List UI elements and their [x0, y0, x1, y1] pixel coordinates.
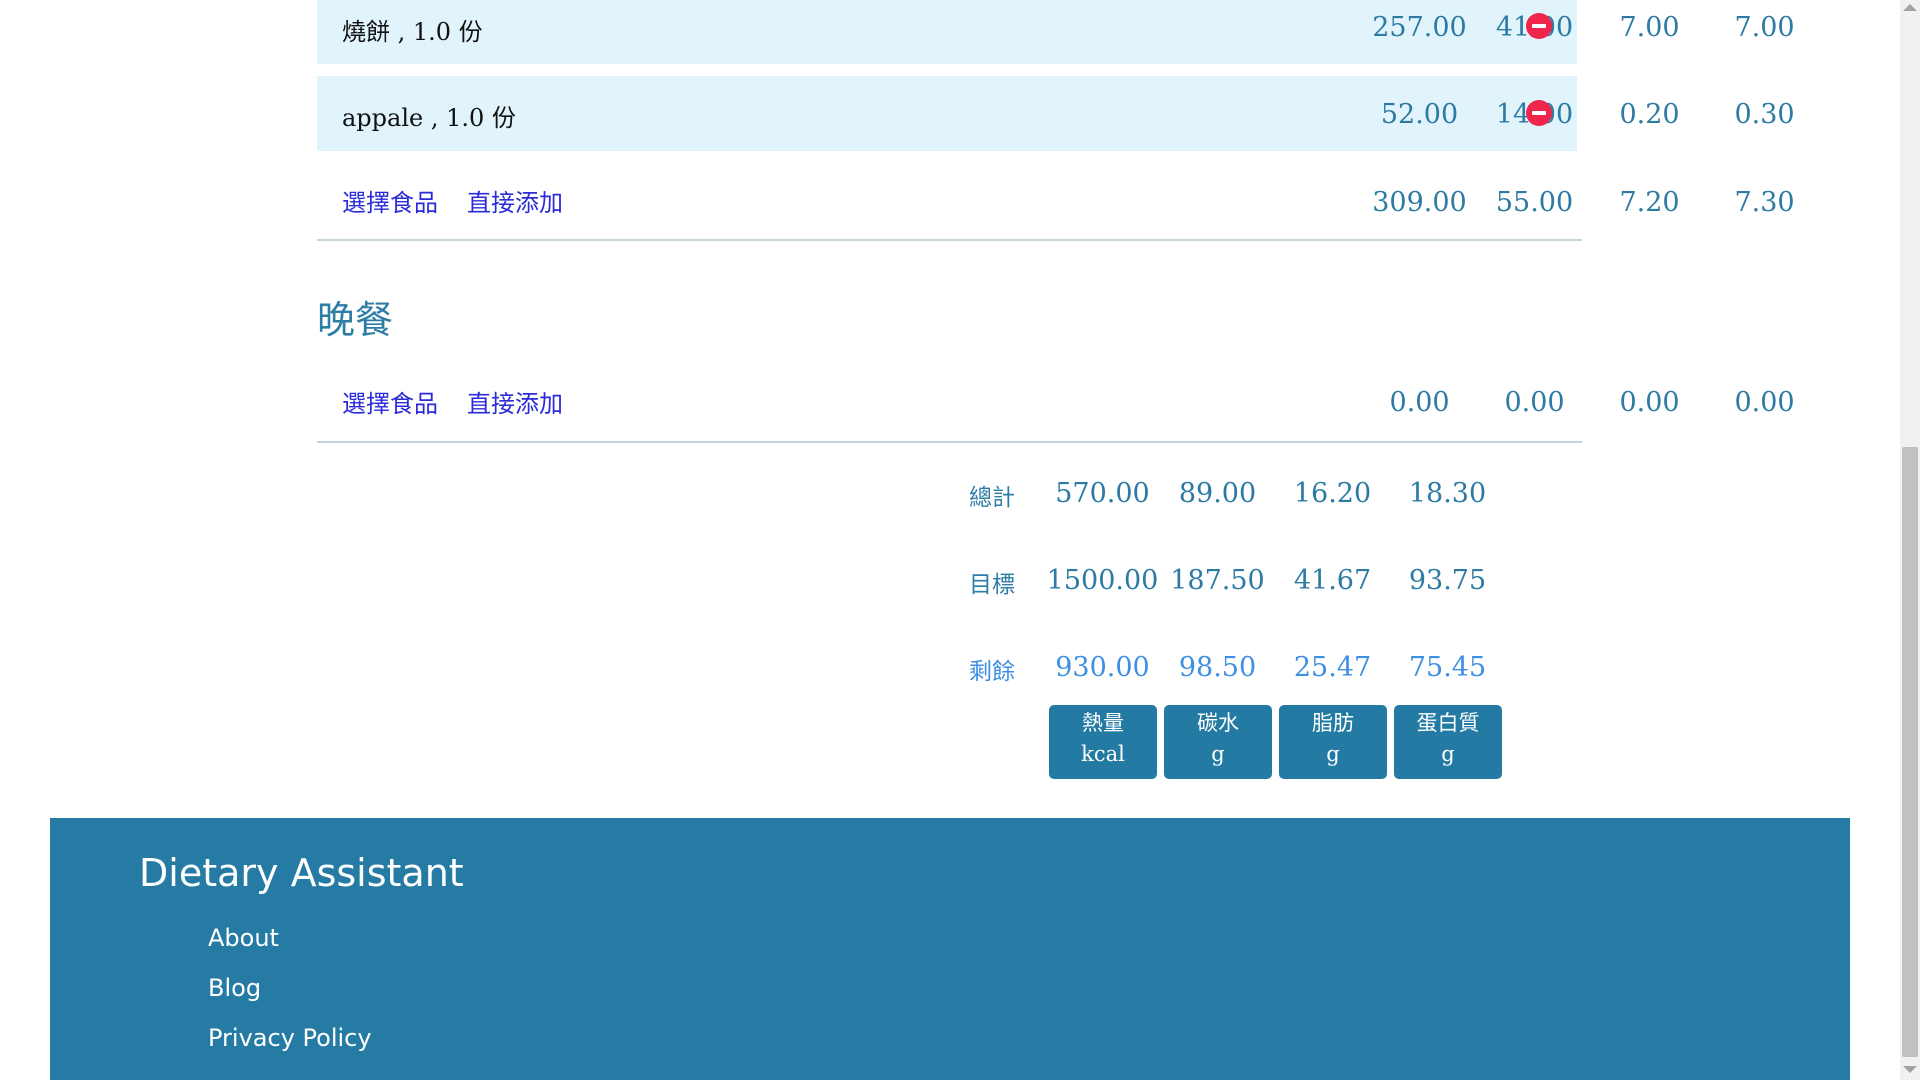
subtotal-fat: 0.00	[1619, 387, 1680, 418]
unit-label: g	[1211, 742, 1225, 767]
unit-button-carb[interactable]: 碳水 g	[1164, 705, 1272, 779]
unit-name: 熱量	[1082, 711, 1124, 735]
food-item-row: 燒餅 , 1.0 份 257.00 41.00 7.00 7.00	[317, 0, 1795, 64]
target-protein: 93.75	[1408, 565, 1487, 596]
subtotal-kcal: 0.00	[1389, 387, 1450, 418]
total-label: 總計	[969, 485, 1015, 511]
remaining-fat: 25.47	[1293, 652, 1372, 683]
remaining-carb: 98.50	[1178, 652, 1257, 683]
vertical-scrollbar[interactable]	[1900, 0, 1920, 1080]
footer-link-privacy-policy[interactable]: Privacy Policy	[208, 1024, 372, 1052]
unit-label: g	[1326, 742, 1340, 767]
subtotal-fat: 7.20	[1619, 187, 1680, 218]
food-item-name: 燒餅 , 1.0 份	[342, 18, 483, 46]
subtotal-carb: 0.00	[1504, 387, 1565, 418]
remaining-kcal: 930.00	[1055, 652, 1150, 683]
food-item-fat: 7.00	[1619, 12, 1680, 43]
unit-name: 蛋白質	[1416, 711, 1480, 735]
select-food-link[interactable]: 選擇食品	[342, 183, 438, 218]
target-kcal: 1500.00	[1046, 565, 1159, 596]
unit-label: kcal	[1081, 742, 1125, 767]
food-item-protein: 7.00	[1734, 12, 1795, 43]
subtotal-kcal: 309.00	[1372, 187, 1467, 218]
food-item-protein: 0.30	[1734, 99, 1795, 130]
target-fat: 41.67	[1293, 565, 1372, 596]
subtotal-protein: 7.30	[1734, 187, 1795, 218]
remove-item-button[interactable]	[1526, 13, 1552, 39]
food-item-kcal: 257.00	[1372, 12, 1467, 43]
subtotal-carb: 55.00	[1495, 187, 1574, 218]
meal-title-dinner: 晚餐	[317, 298, 394, 342]
target-label: 目標	[969, 572, 1015, 598]
food-item-name: appale , 1.0 份	[342, 104, 516, 132]
unit-label: g	[1441, 742, 1455, 767]
select-food-link[interactable]: 選擇食品	[342, 384, 438, 419]
target-carb: 187.50	[1170, 565, 1265, 596]
footer-link-about[interactable]: About	[208, 924, 279, 952]
page: 燒餅 , 1.0 份 257.00 41.00 7.00 7.00 appale…	[0, 0, 1920, 1080]
food-item-fat: 0.20	[1619, 99, 1680, 130]
total-carb: 89.00	[1178, 478, 1257, 509]
meal-subtotal-row: 選擇食品 直接添加 0.00 0.00 0.00 0.00	[317, 353, 1795, 443]
food-item-row: appale , 1.0 份 52.00 14.00 0.20 0.30	[317, 76, 1795, 151]
unit-name: 脂肪	[1312, 711, 1354, 735]
remaining-label: 剩餘	[969, 659, 1015, 685]
remove-item-button[interactable]	[1526, 100, 1552, 126]
footer-link-blog[interactable]: Blog	[208, 974, 261, 1002]
unit-button-kcal[interactable]: 熱量 kcal	[1049, 705, 1157, 779]
unit-button-fat[interactable]: 脂肪 g	[1279, 705, 1387, 779]
scrollbar-thumb[interactable]	[1902, 447, 1918, 1057]
food-item-kcal: 52.00	[1380, 99, 1459, 130]
scroll-up-arrow-icon[interactable]	[1903, 4, 1917, 11]
total-kcal: 570.00	[1055, 478, 1150, 509]
footer-title: Dietary Assistant	[139, 851, 464, 895]
subtotal-protein: 0.00	[1734, 387, 1795, 418]
unit-name: 碳水	[1197, 711, 1239, 735]
meal-subtotal-row: 選擇食品 直接添加 309.00 55.00 7.20 7.30	[317, 151, 1795, 241]
unit-button-protein[interactable]: 蛋白質 g	[1394, 705, 1502, 779]
total-protein: 18.30	[1408, 478, 1487, 509]
add-direct-link[interactable]: 直接添加	[467, 384, 563, 419]
remaining-protein: 75.45	[1408, 652, 1487, 683]
add-direct-link[interactable]: 直接添加	[467, 183, 563, 218]
total-fat: 16.20	[1293, 478, 1372, 509]
scroll-down-arrow-icon[interactable]	[1903, 1066, 1917, 1073]
site-footer: Dietary Assistant About Blog Privacy Pol…	[50, 818, 1850, 1080]
